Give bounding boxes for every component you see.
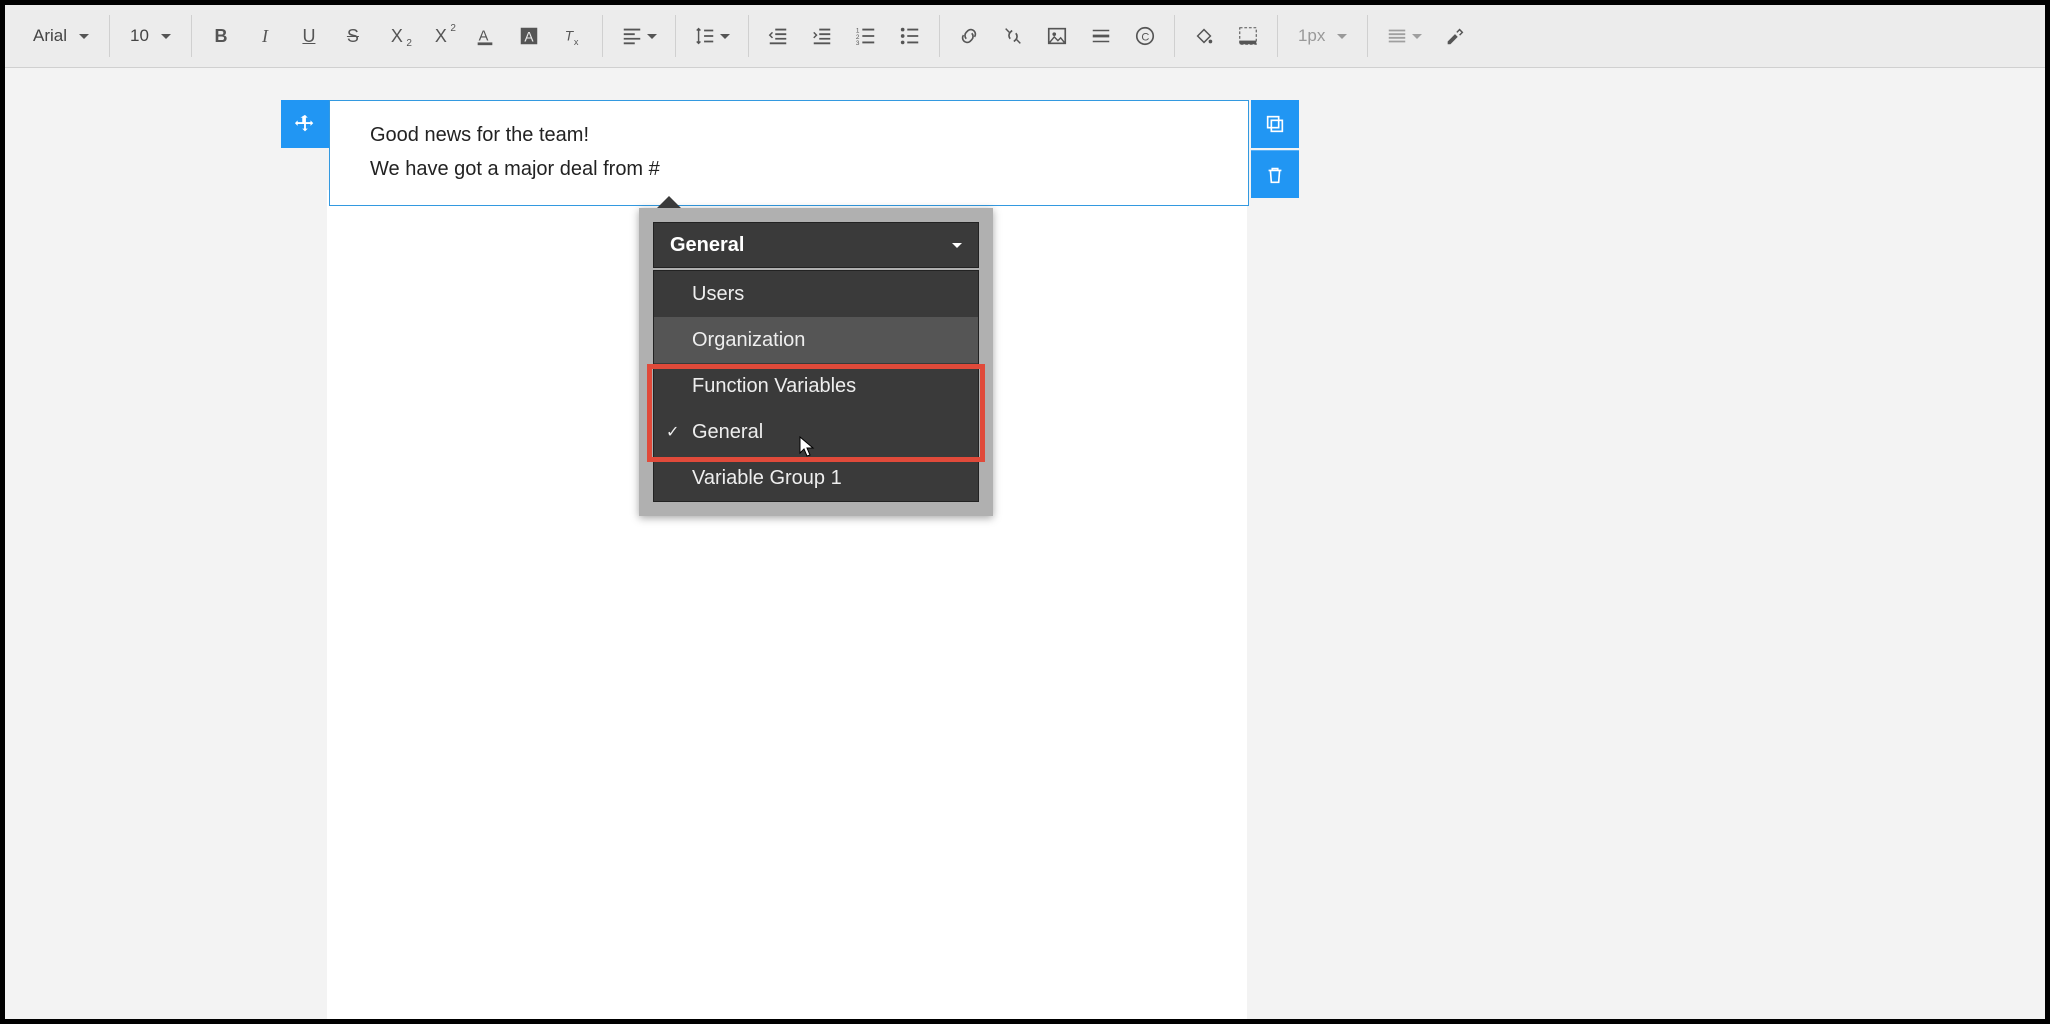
outdent-icon — [767, 25, 789, 47]
variable-category-item-general[interactable]: General — [654, 409, 978, 455]
font-background-button[interactable]: A — [508, 15, 550, 57]
editor-line-2: We have got a major deal from # — [370, 155, 1208, 183]
text-block[interactable]: Good news for the team! We have got a ma… — [329, 100, 1249, 206]
caret-down-icon — [647, 34, 657, 39]
insert-image-button[interactable] — [1036, 15, 1078, 57]
line-height-icon — [694, 25, 716, 47]
font-family-label: Arial — [33, 26, 67, 46]
font-family-dropdown[interactable]: Arial — [21, 15, 101, 57]
variable-category-selector[interactable]: General — [653, 222, 979, 268]
trash-icon — [1264, 164, 1286, 186]
toolbar-separator — [1174, 15, 1175, 57]
format-painter-button[interactable] — [1434, 15, 1476, 57]
align-dropdown[interactable] — [611, 15, 667, 57]
caret-down-icon — [161, 34, 171, 39]
caret-down-icon — [720, 34, 730, 39]
line-height-dropdown[interactable] — [684, 15, 740, 57]
brush-icon — [1444, 25, 1466, 47]
variable-category-item-variable-group-1[interactable]: Variable Group 1 — [654, 455, 978, 501]
font-color-icon: A — [474, 25, 496, 47]
variable-category-selected: General — [670, 234, 744, 257]
outdent-button[interactable] — [757, 15, 799, 57]
toolbar-separator — [675, 15, 676, 57]
svg-text:3: 3 — [856, 40, 860, 47]
caret-down-icon — [1337, 34, 1347, 39]
font-size-label: 10 — [130, 26, 149, 46]
insert-link-button[interactable] — [948, 15, 990, 57]
variable-picker-popover: General Users Organization Function Vari… — [639, 208, 993, 516]
editor-toolbar: Arial 10 B I U S X2 X2 A A — [5, 5, 2045, 68]
table-border-icon — [1386, 25, 1408, 47]
variable-category-label: Variable Group 1 — [692, 467, 842, 490]
clear-formatting-button[interactable]: Tx — [552, 15, 594, 57]
delete-block-button[interactable] — [1251, 150, 1299, 198]
link-icon — [958, 25, 980, 47]
variable-category-label: Users — [692, 283, 744, 306]
image-icon — [1046, 25, 1068, 47]
align-left-icon — [621, 25, 643, 47]
ordered-list-button[interactable]: 123 — [845, 15, 887, 57]
variable-category-item-function-variables[interactable]: Function Variables — [654, 363, 978, 409]
font-background-icon: A — [518, 25, 540, 47]
strikethrough-button[interactable]: S — [332, 15, 374, 57]
svg-text:x: x — [574, 37, 579, 47]
unlink-icon — [1002, 25, 1024, 47]
unordered-list-icon — [899, 25, 921, 47]
variable-category-item-organization[interactable]: Organization — [654, 317, 978, 363]
copyright-icon: C — [1134, 25, 1156, 47]
toolbar-separator — [1367, 15, 1368, 57]
content-block-wrap: Good news for the team! We have got a ma… — [281, 100, 1299, 206]
toolbar-separator — [748, 15, 749, 57]
caret-down-icon — [1412, 34, 1422, 39]
duplicate-block-button[interactable] — [1251, 100, 1299, 148]
toolbar-separator — [939, 15, 940, 57]
variable-category-item-users[interactable]: Users — [654, 271, 978, 317]
cell-fill-button[interactable] — [1183, 15, 1225, 57]
border-style-button[interactable] — [1227, 15, 1269, 57]
italic-button[interactable]: I — [244, 15, 286, 57]
toolbar-separator — [1277, 15, 1278, 57]
insert-copyright-button[interactable]: C — [1124, 15, 1166, 57]
indent-icon — [811, 25, 833, 47]
caret-down-icon — [79, 34, 89, 39]
svg-text:C: C — [1141, 32, 1149, 44]
svg-text:A: A — [524, 30, 534, 45]
toolbar-separator — [602, 15, 603, 57]
clear-formatting-icon: Tx — [562, 25, 584, 47]
table-border-dropdown[interactable] — [1376, 15, 1432, 57]
horizontal-rule-icon — [1090, 25, 1112, 47]
insert-hr-button[interactable] — [1080, 15, 1122, 57]
toolbar-separator — [109, 15, 110, 57]
ordered-list-icon: 123 — [855, 25, 877, 47]
border-style-icon — [1237, 25, 1259, 47]
paint-bucket-icon — [1193, 25, 1215, 47]
underline-button[interactable]: U — [288, 15, 330, 57]
font-color-button[interactable]: A — [464, 15, 506, 57]
unordered-list-button[interactable] — [889, 15, 931, 57]
bold-button[interactable]: B — [200, 15, 242, 57]
variable-category-list: Users Organization Function Variables Ge… — [653, 270, 979, 502]
variable-category-label: Function Variables — [692, 375, 856, 398]
border-width-label: 1px — [1298, 26, 1325, 46]
move-handle[interactable] — [281, 100, 329, 148]
variable-category-label: General — [692, 421, 763, 444]
editor-canvas: Good news for the team! We have got a ma… — [5, 69, 2045, 1019]
caret-down-icon — [952, 243, 962, 248]
indent-button[interactable] — [801, 15, 843, 57]
subscript-button[interactable]: X2 — [376, 15, 418, 57]
toolbar-separator — [191, 15, 192, 57]
remove-link-button[interactable] — [992, 15, 1034, 57]
superscript-button[interactable]: X2 — [420, 15, 462, 57]
border-width-dropdown[interactable]: 1px — [1286, 15, 1359, 57]
copy-icon — [1264, 113, 1286, 135]
move-icon — [294, 113, 316, 135]
editor-line-1: Good news for the team! — [370, 121, 1208, 149]
font-size-dropdown[interactable]: 10 — [118, 15, 183, 57]
variable-category-label: Organization — [692, 329, 805, 352]
svg-text:A: A — [479, 29, 489, 45]
